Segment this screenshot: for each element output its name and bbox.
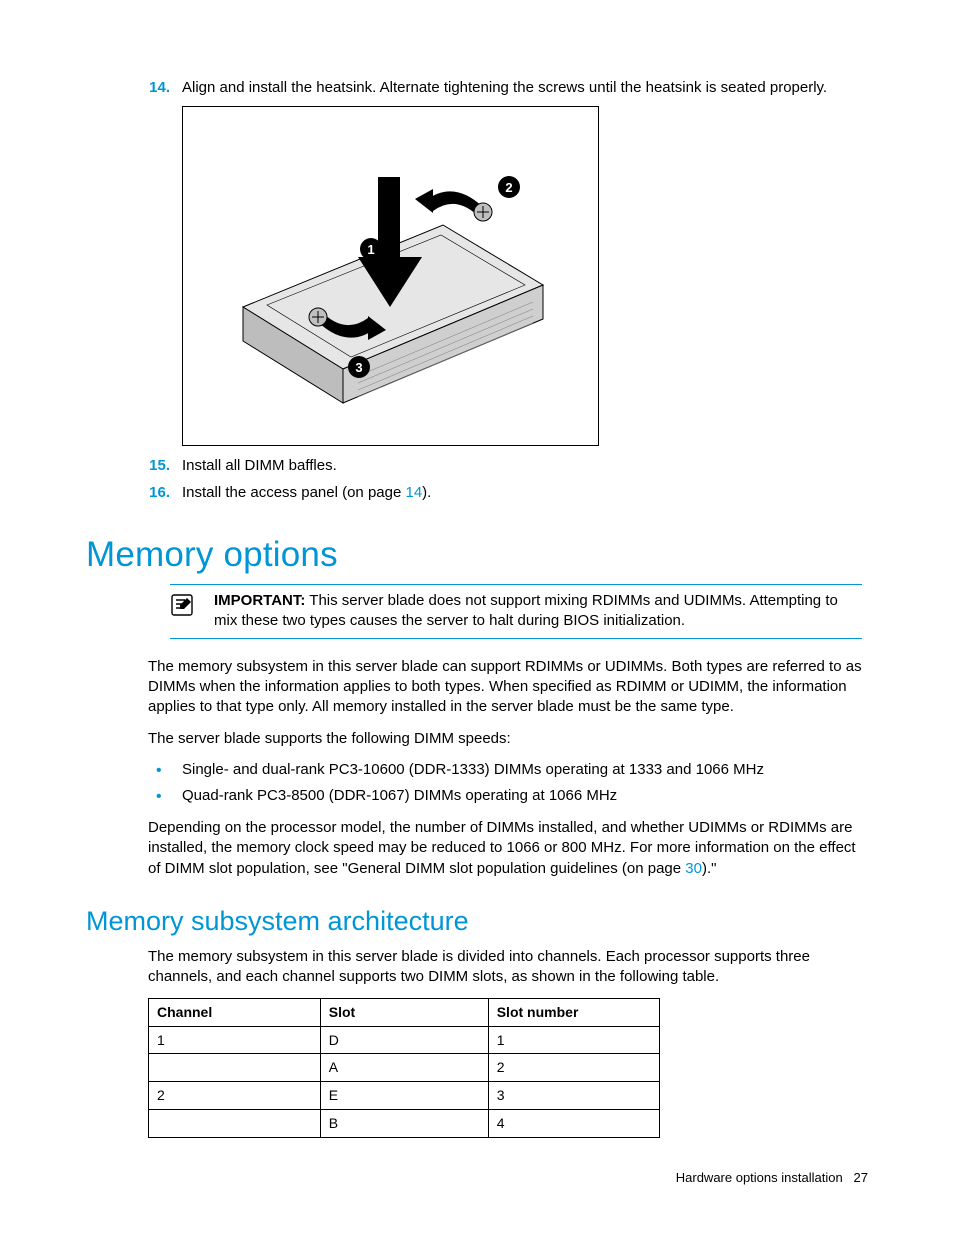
td (149, 1054, 321, 1082)
svg-text:1: 1 (367, 242, 374, 257)
step-text: Install all DIMM baffles. (182, 456, 868, 476)
paragraph-2: The server blade supports the following … (148, 729, 868, 749)
dimm-speed-list: Single- and dual-rank PC3-10600 (DDR-133… (148, 760, 868, 807)
heatsink-illustration-svg: 1 2 3 (183, 107, 598, 445)
td: A (320, 1054, 488, 1082)
para3-prefix: Depending on the processor model, the nu… (148, 819, 856, 877)
step-16: 16. Install the access panel (on page 14… (148, 483, 868, 503)
list-item: Quad-rank PC3-8500 (DDR-1067) DIMMs oper… (148, 786, 868, 806)
svg-text:2: 2 (505, 180, 512, 195)
td: 3 (488, 1082, 659, 1110)
step-text: Align and install the heatsink. Alternat… (182, 78, 868, 98)
step-14: 14. Align and install the heatsink. Alte… (148, 78, 868, 98)
table-row: 1 D 1 (149, 1026, 660, 1054)
table-row: A 2 (149, 1054, 660, 1082)
table-row: 2 E 3 (149, 1082, 660, 1110)
td: D (320, 1026, 488, 1054)
step-text-prefix: Install the access panel (on page (182, 484, 405, 501)
heatsink-figure: 1 2 3 (182, 106, 599, 446)
td: 1 (149, 1026, 321, 1054)
td: E (320, 1082, 488, 1110)
page-30-link[interactable]: 30 (685, 860, 702, 877)
heading-memory-options: Memory options (86, 531, 868, 578)
paragraph-1: The memory subsystem in this server blad… (148, 657, 868, 718)
step-number: 15. (148, 456, 182, 476)
th-slot: Slot (320, 998, 488, 1026)
important-text: IMPORTANT: This server blade does not su… (214, 591, 862, 632)
page-14-link[interactable]: 14 (405, 484, 422, 501)
footer-page-number: 27 (854, 1170, 868, 1185)
td: 4 (488, 1110, 659, 1138)
important-label: IMPORTANT: (214, 592, 305, 609)
paragraph-4: The memory subsystem in this server blad… (148, 947, 868, 988)
step-number: 16. (148, 483, 182, 503)
svg-text:3: 3 (355, 360, 362, 375)
page-footer: Hardware options installation 27 (676, 1169, 868, 1187)
th-slot-number: Slot number (488, 998, 659, 1026)
step-15: 15. Install all DIMM baffles. (148, 456, 868, 476)
table-header-row: Channel Slot Slot number (149, 998, 660, 1026)
para3-suffix: )." (702, 860, 717, 877)
th-channel: Channel (149, 998, 321, 1026)
td: 2 (149, 1082, 321, 1110)
ordered-steps-top: 14. Align and install the heatsink. Alte… (148, 78, 868, 503)
document-page: 14. Align and install the heatsink. Alte… (0, 0, 954, 1235)
table-row: B 4 (149, 1110, 660, 1138)
slot-table: Channel Slot Slot number 1 D 1 A 2 2 E 3 (148, 998, 660, 1138)
td: 1 (488, 1026, 659, 1054)
td (149, 1110, 321, 1138)
important-note: IMPORTANT: This server blade does not su… (170, 584, 862, 639)
important-icon (170, 591, 214, 632)
step-number: 14. (148, 78, 182, 98)
step-text: Install the access panel (on page 14). (182, 483, 868, 503)
heading-memory-architecture: Memory subsystem architecture (86, 903, 868, 939)
td: 2 (488, 1054, 659, 1082)
important-body: This server blade does not support mixin… (214, 592, 838, 629)
step-text-suffix: ). (422, 484, 431, 501)
footer-section-name: Hardware options installation (676, 1170, 843, 1185)
list-item: Single- and dual-rank PC3-10600 (DDR-133… (148, 760, 868, 780)
td: B (320, 1110, 488, 1138)
paragraph-3: Depending on the processor model, the nu… (148, 818, 868, 879)
